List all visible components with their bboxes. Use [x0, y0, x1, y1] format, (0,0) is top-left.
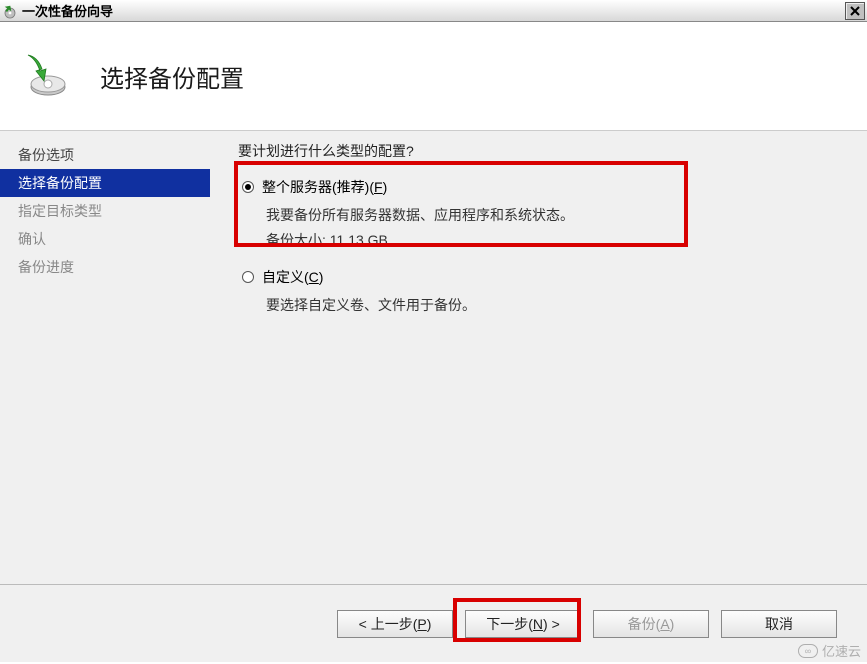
- title-bar: 一次性备份向导: [0, 0, 867, 22]
- close-button[interactable]: [845, 2, 865, 20]
- prev-button[interactable]: < 上一步(P): [337, 610, 453, 638]
- next-button[interactable]: 下一步(N) >: [465, 610, 581, 638]
- sidebar-step-select-config[interactable]: 选择备份配置: [0, 169, 210, 197]
- button-bar: < 上一步(P) 下一步(N) > 备份(A) 取消: [0, 584, 867, 662]
- option-desc: 要选择自定义卷、文件用于备份。: [266, 293, 847, 318]
- content-panel: 要计划进行什么类型的配置? 整个服务器(推荐)(F) 我要备份所有服务器数据、应…: [210, 131, 867, 584]
- option-full-server[interactable]: 整个服务器(推荐)(F) 我要备份所有服务器数据、应用程序和系统状态。 备份大小…: [238, 177, 847, 253]
- config-prompt: 要计划进行什么类型的配置?: [238, 141, 847, 161]
- radio-custom[interactable]: [242, 271, 254, 283]
- wizard-header: 选择备份配置: [0, 22, 867, 130]
- option-label: 自定义(C): [262, 267, 323, 287]
- option-custom[interactable]: 自定义(C) 要选择自定义卷、文件用于备份。: [238, 267, 847, 318]
- sidebar-step-target-type: 指定目标类型: [0, 197, 210, 225]
- sidebar-step-backup-options[interactable]: 备份选项: [0, 141, 210, 169]
- backup-button: 备份(A): [593, 610, 709, 638]
- sidebar-step-confirm: 确认: [0, 225, 210, 253]
- option-desc: 我要备份所有服务器数据、应用程序和系统状态。: [266, 203, 847, 228]
- option-label: 整个服务器(推荐)(F): [262, 177, 387, 197]
- step-sidebar: 备份选项 选择备份配置 指定目标类型 确认 备份进度: [0, 131, 210, 584]
- sidebar-step-progress: 备份进度: [0, 253, 210, 281]
- wizard-icon: [20, 51, 70, 101]
- window-title: 一次性备份向导: [22, 1, 845, 20]
- option-size: 备份大小: 11.13 GB: [266, 228, 847, 253]
- wizard-body: 备份选项 选择备份配置 指定目标类型 确认 备份进度 要计划进行什么类型的配置?…: [0, 130, 867, 584]
- app-icon: [2, 3, 18, 19]
- radio-full-server[interactable]: [242, 181, 254, 193]
- cancel-button[interactable]: 取消: [721, 610, 837, 638]
- page-title: 选择备份配置: [100, 59, 244, 94]
